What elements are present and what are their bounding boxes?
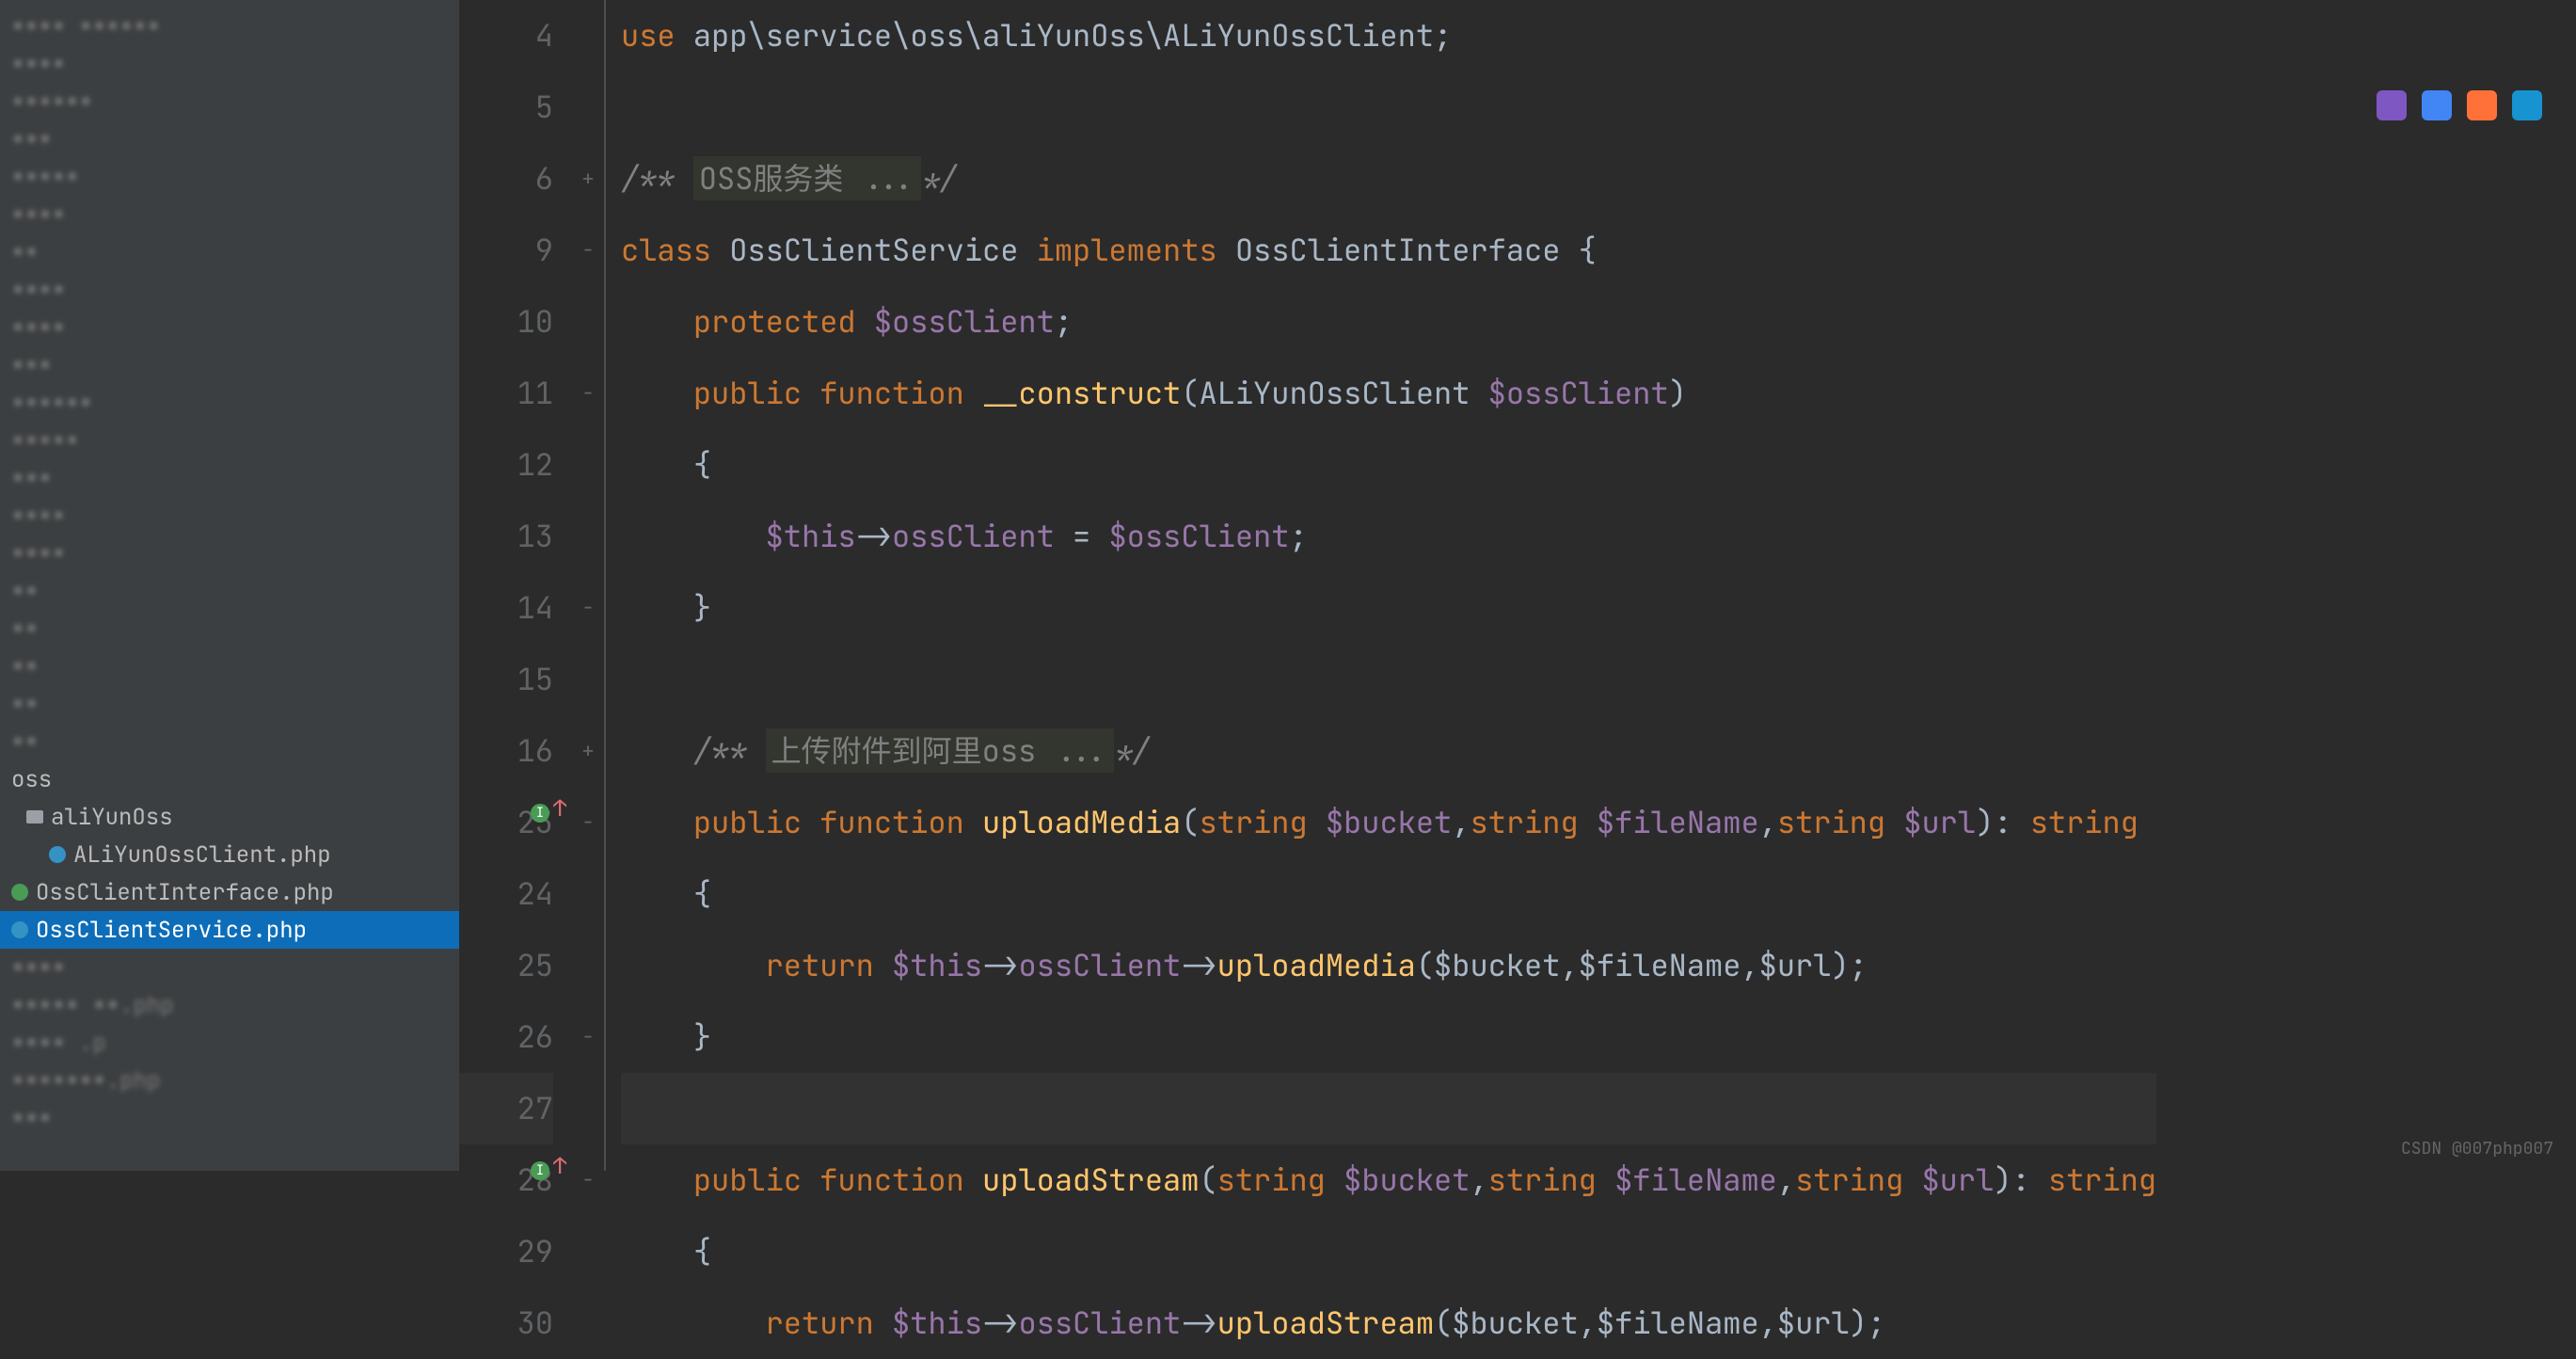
tree-label: OssClientInterface.php [36, 878, 334, 907]
tree-item-obscured: ▪▪ [0, 572, 459, 610]
code-editor[interactable]: 4 5 6 9 10 11 12 13 14 15 16 23 24 25 26… [459, 0, 2576, 1171]
tree-item-obscured: ▪▪▪▪ [0, 196, 459, 233]
tree-item-obscured: ▪▪▪▪ [0, 271, 459, 309]
tree-item-obscured: ▪▪▪ [0, 1099, 459, 1137]
tree-item-obscured: ▪▪▪▪▪▪ [0, 384, 459, 422]
tree-item-obscured: ▪▪▪▪▪▪ [0, 83, 459, 120]
tree-item-obscured: ▪▪▪ [0, 346, 459, 384]
tree-item-obscured: ▪▪▪▪ ▪▪▪▪▪▪ [0, 8, 459, 45]
phpstorm-icon[interactable] [2377, 90, 2407, 120]
tree-item-obscured: ▪▪▪▪ [0, 949, 459, 986]
override-arrow-icon: ↑ [553, 794, 566, 823]
tree-item-obscured: ▪▪ [0, 723, 459, 760]
tree-file[interactable]: ALiYunOssClient.php [0, 836, 459, 873]
tree-item-obscured: ▪▪▪▪▪ [0, 158, 459, 196]
override-arrow-icon: ↑ [553, 1152, 566, 1181]
tree-label: aliYunOss [51, 803, 173, 832]
tree-file-selected[interactable]: OssClientService.php [0, 911, 459, 949]
tree-item-obscured: ▪▪▪▪ [0, 535, 459, 572]
inspection-marker-icon[interactable]: I [531, 1161, 549, 1180]
safari-icon[interactable] [2512, 90, 2542, 120]
folder-icon [26, 810, 43, 823]
tree-item-obscured: ▪▪ [0, 685, 459, 723]
tree-item-obscured: ▪▪▪ [0, 120, 459, 158]
tree-folder-oss[interactable]: oss [0, 760, 459, 798]
tree-item-obscured: ▪▪▪▪▪ ▪▪.php [0, 986, 459, 1024]
tree-file[interactable]: OssClientInterface.php [0, 873, 459, 911]
class-icon [11, 921, 28, 938]
tree-item-obscured: ▪▪ [0, 233, 459, 271]
tree-item-obscured: ▪▪▪ [0, 459, 459, 497]
browser-icons-toolbar [2377, 90, 2542, 120]
interface-icon [11, 884, 28, 901]
fold-gutter[interactable]: + - - - + - - - [572, 0, 606, 1171]
inspection-marker-icon[interactable]: I [531, 804, 549, 823]
tree-label: ALiYunOssClient.php [73, 840, 331, 870]
tree-item-obscured: ▪▪▪▪▪▪▪.php [0, 1062, 459, 1099]
tree-item-obscured: ▪▪▪▪ [0, 497, 459, 535]
tree-item-obscured: ▪▪ [0, 648, 459, 685]
tree-item-obscured: ▪▪▪▪ .p [0, 1024, 459, 1062]
class-icon [49, 846, 66, 863]
tree-item-obscured: ▪▪ [0, 610, 459, 648]
tree-item-obscured: ▪▪▪▪ [0, 45, 459, 83]
code-area[interactable]: use app\service\oss\aliYunOss\ALiYunOssC… [606, 0, 2156, 1171]
tree-folder-aliyunoss[interactable]: aliYunOss [0, 798, 459, 836]
tree-item-obscured: ▪▪▪▪ [0, 309, 459, 346]
firefox-icon[interactable] [2467, 90, 2497, 120]
tree-label: OssClientService.php [36, 916, 307, 945]
watermark: CSDN @007php007 [2401, 1138, 2553, 1159]
tree-item-obscured: ▪▪▪▪▪ [0, 422, 459, 459]
project-tree[interactable]: ▪▪▪▪ ▪▪▪▪▪▪ ▪▪▪▪ ▪▪▪▪▪▪ ▪▪▪ ▪▪▪▪▪ ▪▪▪▪ ▪… [0, 0, 459, 1171]
chrome-icon[interactable] [2422, 90, 2452, 120]
line-number-gutter: 4 5 6 9 10 11 12 13 14 15 16 23 24 25 26… [459, 0, 572, 1171]
